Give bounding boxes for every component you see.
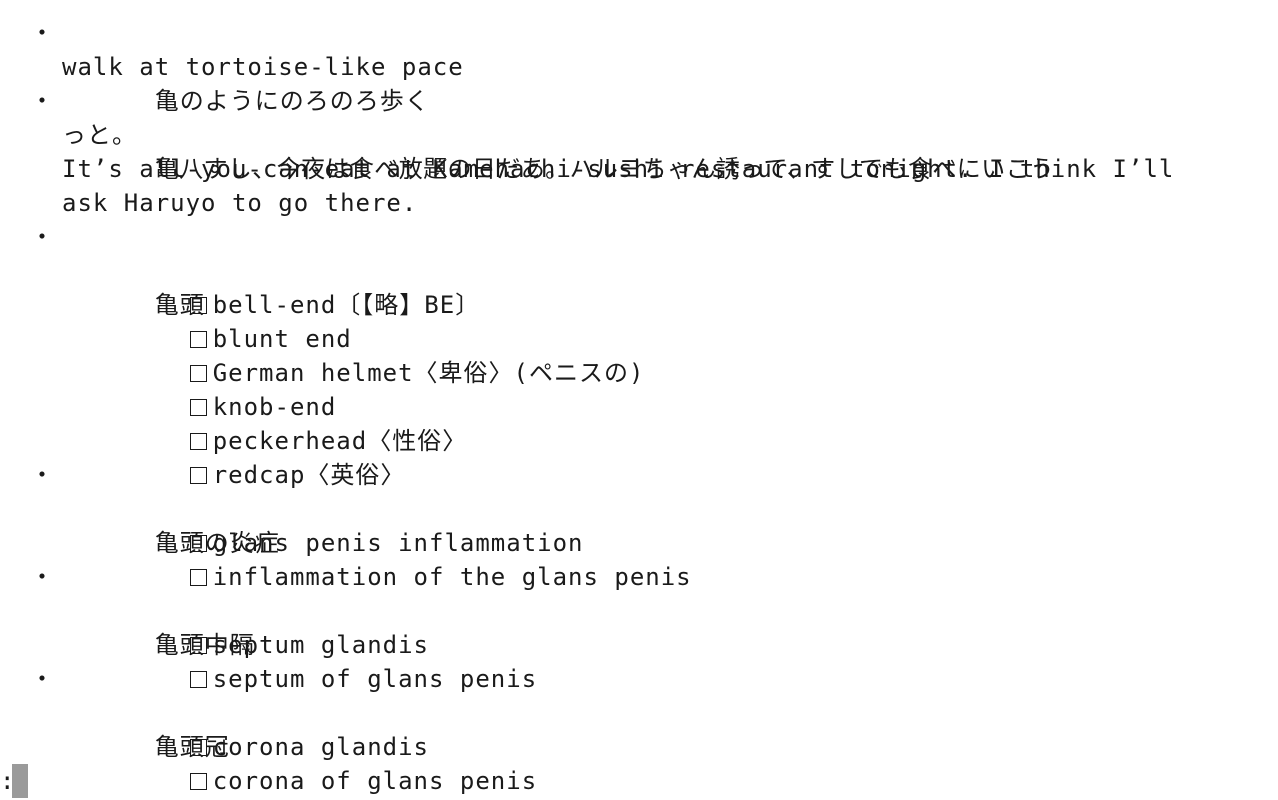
bullet-icon: ・ xyxy=(30,223,55,251)
translation-text: corona of glans penis xyxy=(212,767,538,795)
translation-item: glans penis inflammation xyxy=(0,492,1278,557)
translation-item: German helmet〈卑俗〉(ペニスの) xyxy=(0,322,1278,387)
entry-headword-line: ・ 亀頭冠 xyxy=(0,662,1278,761)
entry-headword-line: ・ 亀のようにのろのろ歩く xyxy=(0,16,1278,115)
dictionary-entry: ・ 亀頭冠 corona glandis corona of glans pen… xyxy=(0,662,1278,795)
dictionary-entry: ・ 亀八すし、今夜は食べ放題の日だあ。ハルヨちゃん誘って、すしでも食べにいこう … xyxy=(0,84,1278,220)
entry-headword-line: ・ 亀八すし、今夜は食べ放題の日だあ。ハルヨちゃん誘って、すしでも食べにいこう xyxy=(0,84,1278,183)
translation-item: bell-end〔【略】BE〕 xyxy=(0,254,1278,319)
translation-item: septum of glans penis xyxy=(0,628,1278,693)
translation-item: blunt end xyxy=(0,288,1278,353)
translation-item: knob-end xyxy=(0,356,1278,421)
bullet-icon: ・ xyxy=(30,19,55,47)
entry-gloss: walk at tortoise-like pace xyxy=(62,53,464,81)
entry-headword-continued: っと。 xyxy=(62,121,137,149)
translation-item: septum glandis xyxy=(0,594,1278,659)
entry-headword-line: ・ 亀頭中隔 xyxy=(0,560,1278,659)
dictionary-entry: ・ 亀頭の炎症 glans penis inflammation inflamm… xyxy=(0,458,1278,591)
bullet-icon: ・ xyxy=(30,461,55,489)
terminal-window: ・ 亀のようにのろのろ歩く walk at tortoise-like pace… xyxy=(0,0,1278,800)
entry-gloss: ask Haruyo to go there. xyxy=(62,189,418,217)
bullet-icon: ・ xyxy=(30,87,55,115)
translation-item: inflammation of the glans penis xyxy=(0,526,1278,591)
translation-item: corona glandis xyxy=(0,696,1278,761)
translation-item: redcap〈英俗〉 xyxy=(0,424,1278,489)
entry-gloss: It’s all-you-can-eat at Kamehachi-sushi … xyxy=(62,155,1175,183)
bullet-icon: ・ xyxy=(30,665,55,693)
entry-headword-line: ・ 亀頭 xyxy=(0,220,1278,319)
dictionary-entry: ・ 亀頭中隔 septum glandis septum of glans pe… xyxy=(0,560,1278,693)
text-cursor xyxy=(12,764,28,798)
dictionary-entry: ・ 亀頭 bell-end〔【略】BE〕 blunt end German he… xyxy=(0,220,1278,489)
entry-headword-line: ・ 亀頭の炎症 xyxy=(0,458,1278,557)
bullet-icon: ・ xyxy=(30,563,55,591)
translation-item: corona of glans penis xyxy=(0,730,1278,795)
translation-item: peckerhead〈性俗〉 xyxy=(0,390,1278,455)
checkbox-icon xyxy=(189,773,207,790)
prompt-symbol: : xyxy=(0,767,16,795)
dictionary-entry: ・ 亀のようにのろのろ歩く walk at tortoise-like pace xyxy=(0,16,1278,115)
pager-prompt[interactable]: : xyxy=(0,764,28,798)
